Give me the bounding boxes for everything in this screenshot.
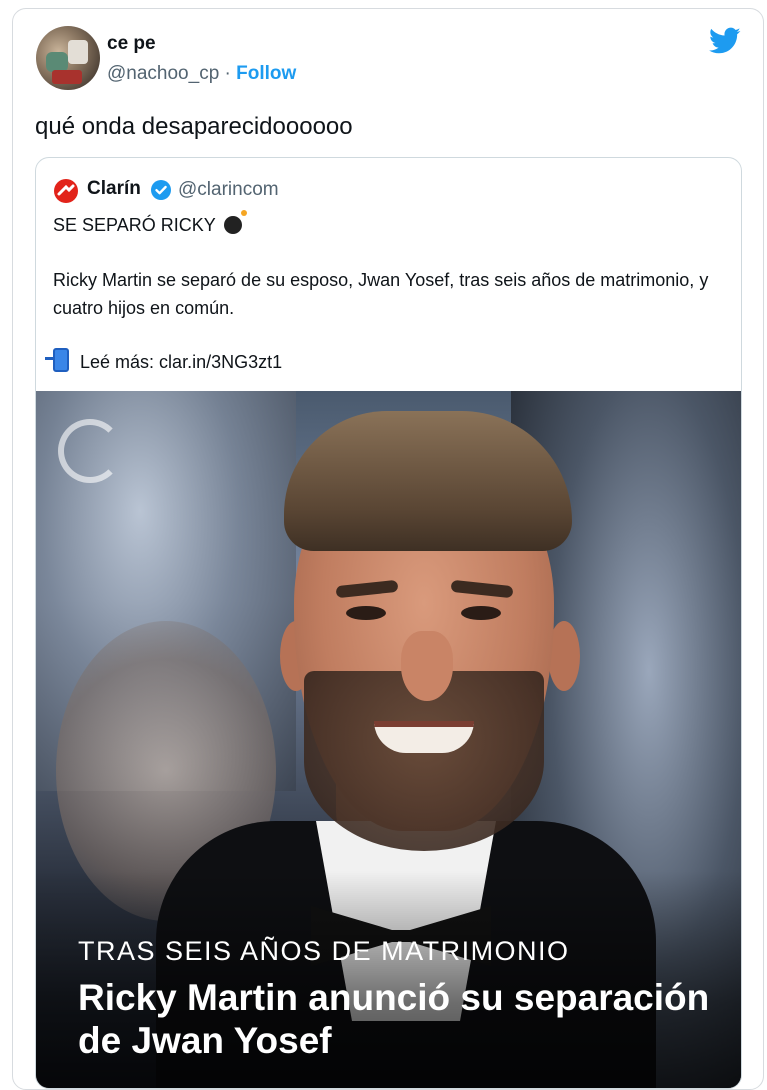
avatar-detail [46,52,68,72]
quoted-headline-text: SE SEPARÓ RICKY [53,215,216,235]
image-title: Ricky Martin anunció su separación de Jw… [78,977,710,1061]
tweet-text: qué onda desaparecidoooooo [35,113,353,140]
twitter-bird-icon[interactable] [709,27,741,55]
portrait-nose [401,631,453,701]
article-image[interactable]: TRAS SEIS AÑOS DE MATRIMONIO Ricky Marti… [36,391,741,1088]
follow-button[interactable]: Follow [236,63,296,84]
user-handle[interactable]: @nachoo_cp [107,63,219,84]
bomb-emoji-icon [224,210,248,234]
quoted-headline: SE SEPARÓ RICKY [53,210,248,236]
avatar-detail [52,70,82,84]
verified-badge-icon [151,180,171,200]
portrait-eye [461,606,501,620]
clarin-watermark-icon [58,419,122,483]
portrait-eye [346,606,386,620]
clarin-logo-icon [54,179,78,203]
separator-dot: · [224,63,231,84]
quoted-tweet[interactable]: Clarín @clarincom SE SEPARÓ RICKY Ricky … [35,157,742,1089]
handle-line: @nachoo_cp · Follow [107,63,296,85]
avatar-detail [68,40,88,64]
mobile-phone-icon [45,348,69,372]
quoted-handle[interactable]: @clarincom [178,179,279,201]
image-kicker: TRAS SEIS AÑOS DE MATRIMONIO [78,936,570,966]
embedded-tweet: ce pe @nachoo_cp · Follow qué onda desap… [12,8,764,1090]
display-name[interactable]: ce pe [107,33,156,55]
read-more-link[interactable]: Leé más: clar.in/3NG3zt1 [80,352,282,372]
quoted-display-name[interactable]: Clarín [87,178,141,200]
read-more-line: Leé más: clar.in/3NG3zt1 [45,348,282,373]
quoted-body: Ricky Martin se separó de su esposo, Jwa… [53,270,709,318]
user-avatar[interactable] [36,26,100,90]
